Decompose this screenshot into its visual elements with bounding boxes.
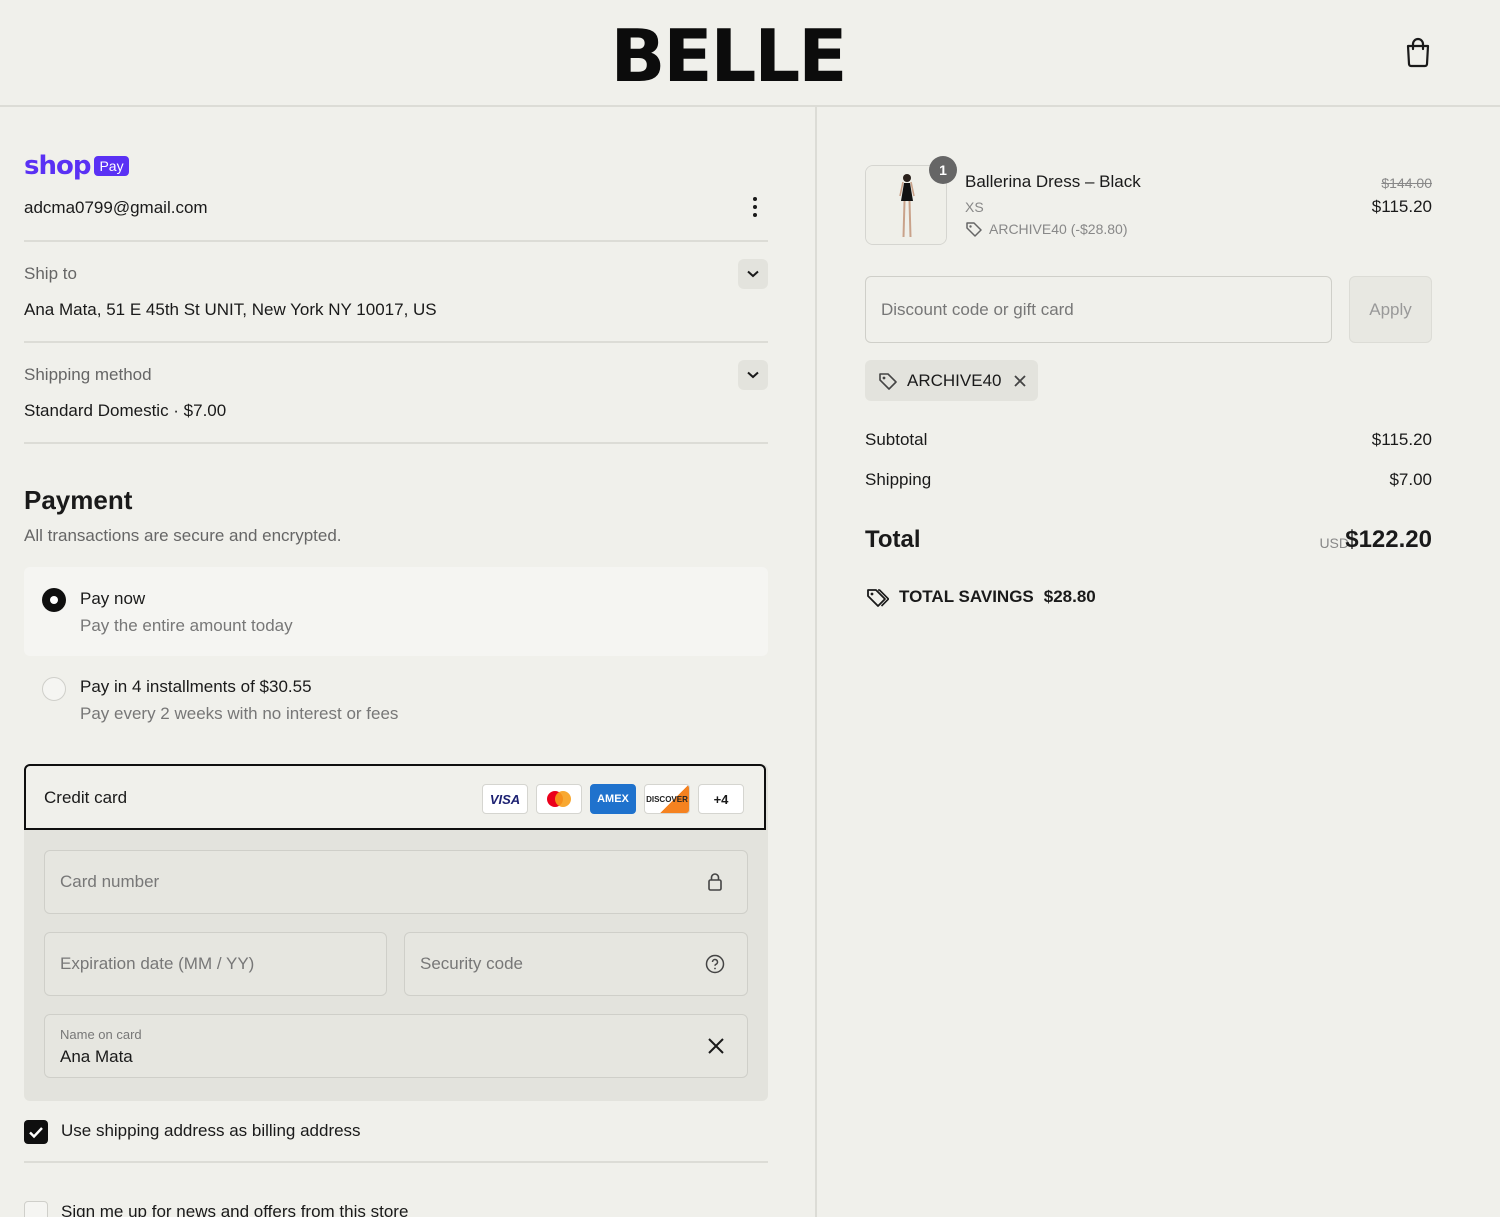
discounted-price: $115.20	[1371, 197, 1432, 216]
expiration-date-field[interactable]	[44, 932, 387, 996]
help-icon[interactable]	[705, 954, 725, 974]
shipping-label: Shipping	[865, 470, 932, 489]
billing-address-label: Use shipping address as billing address	[61, 1121, 361, 1140]
visa-icon: VISA	[482, 784, 528, 814]
more-options-icon[interactable]	[750, 195, 760, 219]
divider	[24, 1161, 768, 1163]
card-number-input[interactable]	[60, 851, 622, 913]
total-savings: TOTAL SAVINGS $28.80	[865, 586, 1096, 608]
original-price: $144.00	[1381, 175, 1432, 191]
expiration-date-input[interactable]	[60, 933, 333, 995]
applied-discount-code: ARCHIVE40	[907, 370, 1002, 390]
shopping-bag-icon[interactable]	[1404, 36, 1432, 68]
subtotal-label: Subtotal	[865, 430, 928, 449]
security-code-input[interactable]	[420, 933, 694, 995]
billing-address-checkbox[interactable]	[24, 1120, 48, 1144]
discount-code-field[interactable]	[865, 276, 1332, 343]
credit-card-header[interactable]: Credit card VISA AMEX DISCOVER +4	[24, 764, 766, 830]
newsletter-checkbox[interactable]	[24, 1201, 48, 1217]
ship-to-expand-button[interactable]	[738, 259, 768, 289]
apply-button[interactable]: Apply	[1349, 276, 1432, 343]
checkmark-icon	[29, 1127, 43, 1139]
ship-to-label: Ship to	[24, 264, 77, 283]
pay-now-radio[interactable]	[42, 588, 66, 612]
divider	[24, 240, 768, 242]
newsletter-label: Sign me up for news and offers from this…	[61, 1202, 409, 1217]
divider	[24, 341, 768, 343]
shop-pay-word: shop	[24, 151, 91, 181]
shipping-method-expand-button[interactable]	[738, 360, 768, 390]
remove-discount-icon[interactable]	[1013, 374, 1027, 388]
applied-discount-chip: ARCHIVE40	[865, 360, 1038, 401]
shipping-method-value: Standard Domestic · $7.00	[24, 401, 227, 420]
product-discount: ARCHIVE40 (-$28.80)	[965, 221, 1128, 237]
column-divider	[815, 107, 817, 1217]
credit-card-title: Credit card	[44, 788, 128, 807]
pay-in-4-subtitle: Pay every 2 weeks with no interest or fe…	[80, 704, 399, 723]
clear-icon[interactable]	[707, 1037, 725, 1055]
header: BELLE	[0, 0, 1500, 107]
pay-now-subtitle: Pay the entire amount today	[80, 616, 293, 635]
shop-pay-badge: Pay	[94, 156, 129, 176]
pay-in-4-option[interactable]: Pay in 4 installments of $30.55 Pay ever…	[24, 656, 768, 746]
name-on-card-label: Name on card	[60, 1027, 142, 1042]
discover-icon: DISCOVER	[644, 784, 690, 814]
chevron-down-icon	[747, 270, 759, 278]
more-brands-badge: +4	[698, 784, 744, 814]
pay-now-option[interactable]: Pay now Pay the entire amount today	[24, 567, 768, 656]
total-savings-label: TOTAL SAVINGS	[899, 587, 1034, 606]
total-label: Total	[865, 526, 921, 553]
divider	[24, 442, 768, 444]
brand-logo[interactable]: BELLE	[0, 14, 1456, 98]
product-variant: XS	[965, 199, 984, 215]
name-on-card-value[interactable]: Ana Mata	[60, 1047, 133, 1067]
pay-in-4-title: Pay in 4 installments of $30.55	[80, 677, 312, 696]
account-email: adcma0799@gmail.com	[24, 198, 208, 217]
lock-icon	[708, 873, 722, 891]
credit-card-section: Credit card VISA AMEX DISCOVER +4 Card n…	[24, 764, 768, 1101]
subtotal-value: $115.20	[1371, 430, 1432, 449]
quantity-badge: 1	[929, 156, 957, 184]
shipping-value: $7.00	[1389, 470, 1432, 489]
pay-in-4-radio[interactable]	[42, 677, 66, 701]
security-code-field[interactable]	[404, 932, 748, 996]
tags-icon	[867, 589, 889, 607]
pay-now-title: Pay now	[80, 589, 146, 608]
product-name: Ballerina Dress – Black	[965, 172, 1141, 191]
product-discount-text: ARCHIVE40 (-$28.80)	[989, 221, 1128, 237]
payment-subtitle: All transactions are secure and encrypte…	[24, 526, 342, 545]
name-on-card-field[interactable]: Name on card Ana Mata	[44, 1014, 748, 1078]
chevron-down-icon	[747, 371, 759, 379]
total-savings-value: $28.80	[1043, 587, 1096, 606]
shipping-method-label: Shipping method	[24, 365, 152, 384]
ship-to-address: Ana Mata, 51 E 45th St UNIT, New York NY…	[24, 300, 437, 319]
tag-icon	[879, 372, 897, 390]
total-value: $122.20	[1345, 526, 1432, 553]
mastercard-icon	[536, 784, 582, 814]
payment-title: Payment	[24, 485, 133, 515]
shop-pay-logo: shop Pay	[24, 151, 129, 181]
card-number-field[interactable]	[44, 850, 748, 914]
discount-code-input[interactable]	[881, 277, 1311, 342]
tag-icon	[966, 222, 982, 237]
amex-icon: AMEX	[590, 784, 636, 814]
